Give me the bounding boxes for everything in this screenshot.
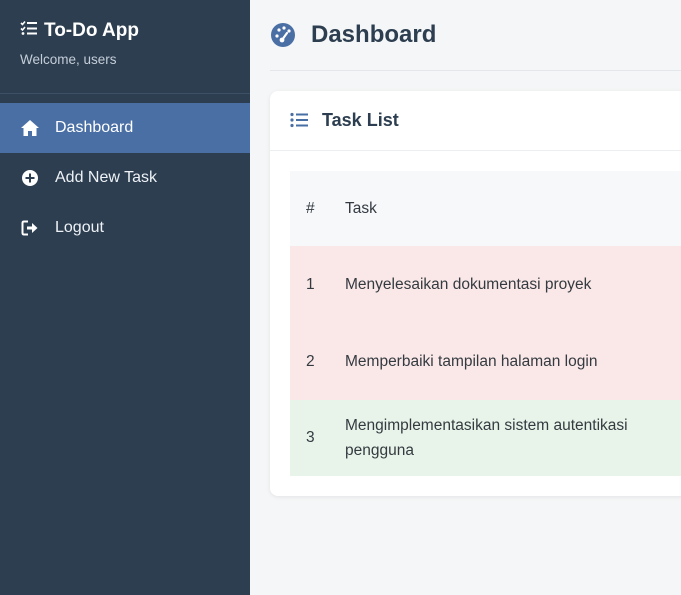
sidebar-item-label: Dashboard: [55, 119, 134, 136]
app-root: To-Do App Welcome, users Dashboard Add N…: [0, 0, 681, 595]
page-header: Dashboard: [270, 0, 681, 71]
logout-icon: [20, 218, 40, 238]
sidebar-item-dashboard[interactable]: Dashboard: [0, 103, 250, 153]
task-text: Memperbaiki tampilan halaman login: [345, 353, 598, 370]
brand: To-Do App Welcome, users: [0, 0, 250, 94]
card-header: Task List: [270, 91, 681, 151]
sidebar-nav: Dashboard Add New Task Logout: [0, 103, 250, 253]
task-list-card: Task List # Task 1 Menyelesaikan dokumen…: [270, 91, 681, 496]
tasks-icon: [20, 20, 44, 42]
sidebar: To-Do App Welcome, users Dashboard Add N…: [0, 0, 250, 595]
app-title: To-Do App: [20, 20, 230, 42]
sidebar-item-logout[interactable]: Logout: [0, 203, 250, 253]
sidebar-item-label: Add New Task: [55, 169, 157, 186]
main-content: Dashboard Task List # Task 1 Menyelesaik…: [250, 0, 681, 595]
dashboard-gauge-icon: [270, 22, 296, 48]
task-table: # Task 1 Menyelesaikan dokumentasi proye…: [290, 171, 681, 476]
task-number: 1: [306, 275, 315, 293]
plus-circle-icon: [20, 168, 40, 188]
table-row[interactable]: 1 Menyelesaikan dokumentasi proyek: [290, 246, 681, 323]
list-icon: [290, 112, 308, 130]
table-row[interactable]: 3 Mengimplementasikan sistem autentikasi…: [290, 400, 681, 476]
task-number: 3: [306, 429, 315, 446]
task-number: 2: [306, 352, 315, 370]
task-text: Mengimplementasikan sistem autentikasi p…: [345, 417, 628, 459]
page-title: Dashboard: [311, 21, 437, 48]
sidebar-item-add-task[interactable]: Add New Task: [0, 153, 250, 203]
task-table-wrapper: # Task 1 Menyelesaikan dokumentasi proye…: [290, 171, 681, 476]
task-text: Menyelesaikan dokumentasi proyek: [345, 276, 592, 293]
home-icon: [20, 118, 40, 138]
sidebar-item-label: Logout: [55, 219, 104, 236]
card-title: Task List: [322, 110, 399, 130]
column-header-number: #: [306, 199, 315, 217]
table-row[interactable]: 2 Memperbaiki tampilan halaman login: [290, 323, 681, 400]
welcome-text: Welcome, users: [20, 52, 117, 67]
app-title-text: To-Do App: [44, 20, 139, 41]
table-header-row: # Task: [290, 171, 681, 246]
column-header-task: Task: [345, 199, 377, 217]
